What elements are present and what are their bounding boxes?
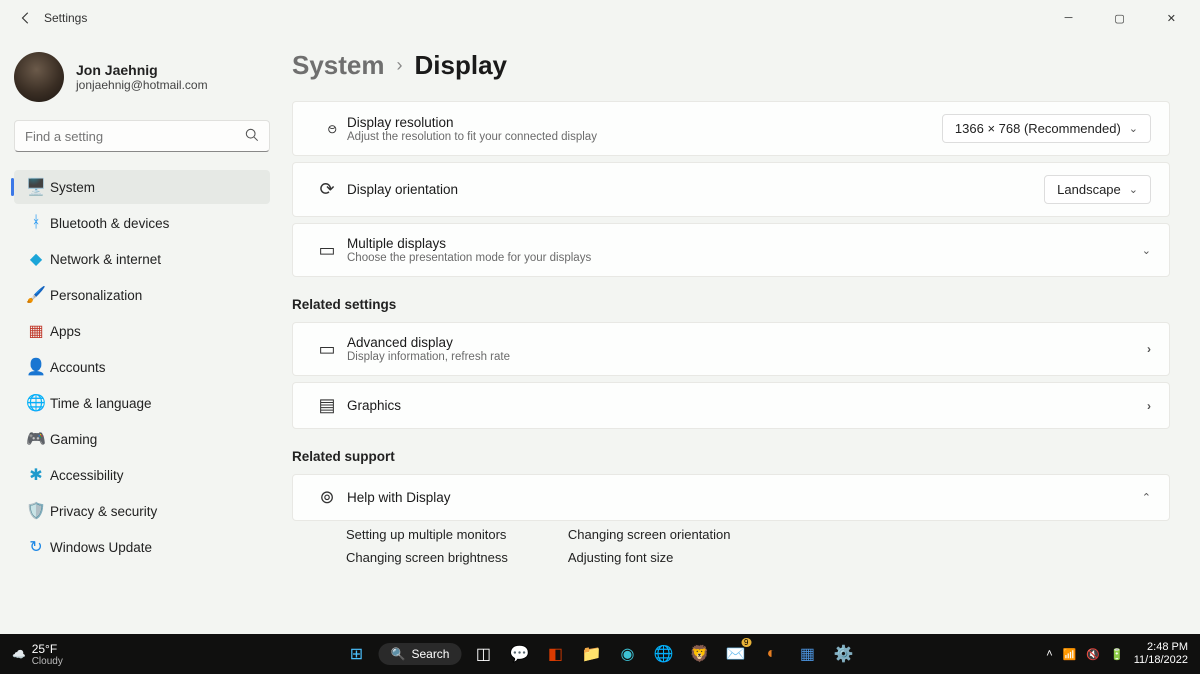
- person-icon: 👤: [22, 357, 50, 377]
- tray-wifi-icon[interactable]: 📶: [1063, 648, 1077, 661]
- settings-icon[interactable]: ⚙️: [829, 640, 857, 668]
- user-name: Jon Jaehnig: [76, 62, 208, 78]
- bluetooth-icon: ᚼ: [22, 214, 50, 232]
- title-bar: Settings ─ ▢ ✕: [0, 0, 1200, 36]
- chevron-down-icon: ⌄: [1142, 244, 1151, 257]
- start-button[interactable]: ⊞: [343, 640, 371, 668]
- tray-chevron-icon[interactable]: ˄: [1046, 648, 1052, 660]
- chevron-right-icon: ›: [1147, 399, 1151, 413]
- maximize-button[interactable]: ▢: [1106, 8, 1132, 29]
- office-icon[interactable]: ◧: [541, 640, 569, 668]
- page-title: Display: [415, 50, 508, 81]
- help-link[interactable]: Setting up multiple monitors: [346, 527, 508, 542]
- nav-accessibility[interactable]: ✱Accessibility: [14, 458, 270, 492]
- orientation-dropdown[interactable]: Landscape ⌄: [1044, 175, 1151, 204]
- taskbar: ☁️ 25°F Cloudy ⊞ 🔍 Search ◫ 💬 ◧ 📁 ◉ 🌐 🦁 …: [0, 634, 1200, 674]
- search-icon: [245, 128, 259, 145]
- card-display-orientation[interactable]: ⟳ Display orientation Landscape ⌄: [292, 162, 1170, 217]
- refresh-icon: ↻: [22, 537, 50, 557]
- nav-windows-update[interactable]: ↻Windows Update: [14, 530, 270, 564]
- chevron-right-icon: ›: [397, 55, 403, 76]
- calculator-icon[interactable]: ▦: [793, 640, 821, 668]
- resolution-icon: �ႎ: [307, 115, 347, 142]
- tray-volume-icon[interactable]: 🔇: [1086, 648, 1100, 661]
- main-panel: System › Display �ႎ Display resolution A…: [282, 36, 1200, 634]
- chevron-down-icon: ⌄: [1129, 122, 1138, 135]
- nav-accounts[interactable]: 👤Accounts: [14, 350, 270, 384]
- arrow-left-icon: [19, 11, 33, 25]
- orientation-icon: ⟳: [307, 179, 347, 200]
- nav-time-lang[interactable]: 🌐Time & language: [14, 386, 270, 420]
- gamepad-icon: 🎮: [22, 429, 50, 449]
- app-icon[interactable]: ◐: [757, 640, 785, 668]
- taskbar-search[interactable]: 🔍 Search: [379, 643, 462, 665]
- edge-icon[interactable]: ◉: [613, 640, 641, 668]
- help-link[interactable]: Changing screen brightness: [346, 550, 508, 565]
- brave-icon[interactable]: 🦁: [685, 640, 713, 668]
- card-graphics[interactable]: ▤ Graphics ›: [292, 382, 1170, 429]
- cloud-icon: ☁️: [12, 648, 26, 661]
- help-links: Setting up multiple monitors Changing sc…: [292, 527, 1170, 565]
- avatar: [14, 52, 64, 102]
- breadcrumb-parent[interactable]: System: [292, 50, 385, 81]
- monitor-icon: 🖥️: [22, 177, 50, 197]
- taskbar-weather[interactable]: ☁️ 25°F Cloudy: [0, 642, 63, 667]
- section-related-support: Related support: [292, 449, 1170, 464]
- sidebar: Jon Jaehnig jonjaehnig@hotmail.com 🖥️Sys…: [0, 36, 282, 634]
- chevron-down-icon: ⌄: [1129, 183, 1138, 196]
- close-button[interactable]: ✕: [1159, 8, 1184, 29]
- nav-personalization[interactable]: 🖌️Personalization: [14, 278, 270, 312]
- card-advanced-display[interactable]: ▭ Advanced display Display information, …: [292, 322, 1170, 376]
- display-icon: ▭: [307, 339, 347, 360]
- search-box[interactable]: [14, 120, 270, 152]
- search-input[interactable]: [25, 129, 245, 144]
- wifi-icon: ◆: [22, 249, 50, 269]
- chevron-right-icon: ›: [1147, 342, 1151, 356]
- mail-icon[interactable]: ✉️9: [721, 640, 749, 668]
- nav-list: 🖥️System ᚼBluetooth & devices ◆Network &…: [14, 170, 270, 564]
- nav-bluetooth[interactable]: ᚼBluetooth & devices: [14, 206, 270, 240]
- nav-network[interactable]: ◆Network & internet: [14, 242, 270, 276]
- apps-icon: ▦: [22, 321, 50, 341]
- card-display-resolution[interactable]: �ႎ Display resolution Adjust the resolut…: [292, 101, 1170, 156]
- multi-display-icon: ▭: [307, 240, 347, 261]
- nav-privacy[interactable]: 🛡️Privacy & security: [14, 494, 270, 528]
- graphics-icon: ▤: [307, 395, 347, 416]
- section-related-settings: Related settings: [292, 297, 1170, 312]
- help-globe-icon: ⊚: [307, 487, 347, 508]
- help-link[interactable]: Adjusting font size: [568, 550, 731, 565]
- taskbar-clock[interactable]: 2:48 PM 11/18/2022: [1134, 641, 1188, 667]
- chevron-up-icon: ⌃: [1142, 491, 1151, 504]
- help-link[interactable]: Changing screen orientation: [568, 527, 731, 542]
- nav-apps[interactable]: ▦Apps: [14, 314, 270, 348]
- user-email: jonjaehnig@hotmail.com: [76, 78, 208, 92]
- nav-gaming[interactable]: 🎮Gaming: [14, 422, 270, 456]
- file-explorer-icon[interactable]: 📁: [577, 640, 605, 668]
- nav-system[interactable]: 🖥️System: [14, 170, 270, 204]
- back-button[interactable]: [12, 11, 40, 25]
- paintbrush-icon: 🖌️: [22, 285, 50, 305]
- teams-icon[interactable]: 💬: [505, 640, 533, 668]
- card-multiple-displays[interactable]: ▭ Multiple displays Choose the presentat…: [292, 223, 1170, 277]
- chrome-icon[interactable]: 🌐: [649, 640, 677, 668]
- task-view-button[interactable]: ◫: [469, 640, 497, 668]
- tray-battery-icon[interactable]: 🔋: [1110, 648, 1124, 661]
- window-title: Settings: [44, 11, 87, 25]
- search-icon: 🔍: [391, 647, 406, 661]
- user-account-card[interactable]: Jon Jaehnig jonjaehnig@hotmail.com: [14, 52, 270, 102]
- breadcrumb: System › Display: [292, 50, 1170, 81]
- shield-icon: 🛡️: [22, 501, 50, 521]
- minimize-button[interactable]: ─: [1057, 8, 1081, 29]
- card-help-with-display[interactable]: ⊚ Help with Display ⌃: [292, 474, 1170, 521]
- globe-icon: 🌐: [22, 393, 50, 413]
- resolution-dropdown[interactable]: 1366 × 768 (Recommended) ⌄: [942, 114, 1151, 143]
- accessibility-icon: ✱: [22, 465, 50, 485]
